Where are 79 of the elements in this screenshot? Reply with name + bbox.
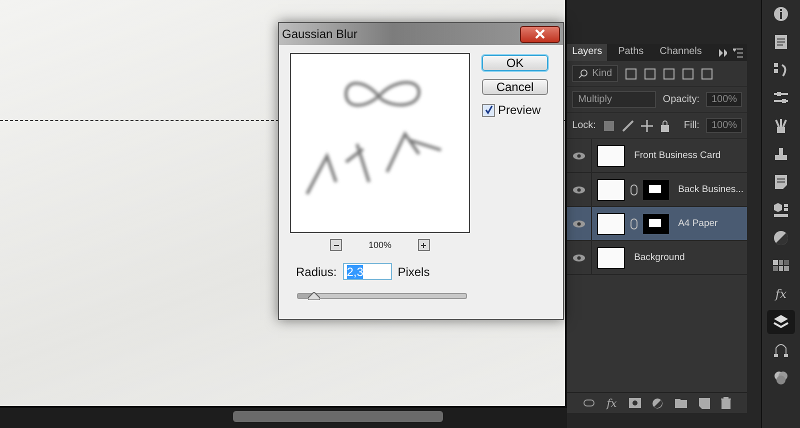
layer-row[interactable]: Front Business Card: [567, 139, 748, 173]
panel-tab[interactable]: Layers: [567, 44, 608, 61]
slider-thumb[interactable]: [308, 292, 320, 300]
layer-name: Back Busines...: [678, 184, 744, 195]
dialog-title: Gaussian Blur: [282, 27, 358, 41]
layer-row[interactable]: A4 Paper: [567, 207, 748, 241]
layer-thumbnail: [597, 178, 626, 200]
layer-thumbnail: [597, 144, 626, 166]
layer-thumbnail: [597, 212, 626, 234]
link-icon[interactable]: [582, 399, 595, 407]
close-button[interactable]: [520, 26, 560, 42]
panel-tab[interactable]: Paths: [613, 44, 649, 61]
zoom-in-button[interactable]: [418, 239, 430, 251]
close-icon: [534, 29, 546, 39]
new-layer-icon[interactable]: [698, 398, 710, 408]
unit-label: Pixels: [398, 264, 430, 278]
preview-label: Preview: [498, 103, 541, 117]
lock-label: Lock:: [572, 120, 596, 131]
stamp-icon: [773, 146, 790, 162]
eye-icon[interactable]: [573, 220, 586, 228]
link-icon: [630, 184, 638, 196]
trash-icon[interactable]: [721, 397, 732, 409]
preview-checkbox[interactable]: [482, 104, 495, 116]
layer-mask-thumbnail: [643, 214, 670, 234]
fill-field[interactable]: 100%: [706, 118, 742, 133]
radius-slider[interactable]: [297, 290, 467, 300]
blend-mode-dropdown[interactable]: Multiply: [572, 91, 656, 108]
opacity-field[interactable]: 100%: [706, 92, 742, 107]
notes-icon: [774, 174, 788, 190]
layers-icon: [773, 314, 790, 330]
lock-pixels-icon[interactable]: [602, 120, 615, 132]
eye-icon[interactable]: [573, 152, 586, 160]
fill-label: Fill:: [684, 120, 700, 131]
panel-button[interactable]: [767, 310, 796, 334]
eye-icon[interactable]: [573, 186, 586, 194]
zoom-out-button[interactable]: [330, 239, 342, 251]
swatches-icon: [773, 260, 790, 272]
panel-tab[interactable]: Channels: [654, 44, 707, 61]
brushes-icon: [773, 118, 790, 134]
layer-name: Background: [634, 252, 685, 263]
filter-dropdown[interactable]: Kind: [572, 65, 618, 82]
layer-style-button[interactable]: fx: [606, 396, 617, 410]
opacity-label: Opacity:: [662, 94, 700, 105]
layer-row[interactable]: Background: [567, 241, 748, 275]
layer-name: Front Business Card: [634, 150, 721, 161]
radius-label: Radius:: [296, 264, 337, 278]
adjustment-icon[interactable]: [652, 398, 664, 408]
move-icon[interactable]: [640, 120, 653, 132]
link-icon: [630, 218, 638, 230]
eye-icon[interactable]: [573, 254, 586, 262]
zoom-level: 100%: [368, 240, 392, 250]
mask-icon[interactable]: [628, 398, 641, 408]
dialog-button[interactable]: OK: [482, 55, 548, 71]
info-icon: [773, 6, 790, 22]
collapse-icon[interactable]: [718, 48, 728, 56]
search-icon: [578, 68, 588, 78]
cube-icon: [773, 202, 790, 218]
channels-icon: [773, 370, 790, 386]
layer-mask-thumbnail: [643, 180, 670, 200]
layer-thumbnail: [597, 246, 626, 268]
filter-icon[interactable]: [701, 68, 714, 80]
filter-icon[interactable]: [625, 68, 638, 80]
scrollbar-thumb[interactable]: [233, 411, 443, 422]
plus-icon: [419, 240, 428, 250]
half-circle-icon: [773, 230, 790, 246]
pen-path-icon: [773, 342, 790, 358]
panel-button[interactable]: fx: [767, 282, 796, 306]
sliders-icon: [773, 91, 790, 105]
brush-icon[interactable]: [622, 120, 634, 132]
menu-icon[interactable]: [733, 48, 744, 58]
filter-icon[interactable]: [663, 68, 676, 80]
styles-label: fx: [775, 287, 787, 301]
layer-name: A4 Paper: [678, 218, 718, 229]
filter-icon[interactable]: [644, 68, 656, 80]
lock-icon[interactable]: [660, 120, 670, 132]
filter-icon[interactable]: [682, 68, 694, 80]
folder-icon[interactable]: [674, 398, 687, 408]
document-icon: [774, 34, 788, 50]
dialog-button[interactable]: Cancel: [482, 79, 548, 95]
